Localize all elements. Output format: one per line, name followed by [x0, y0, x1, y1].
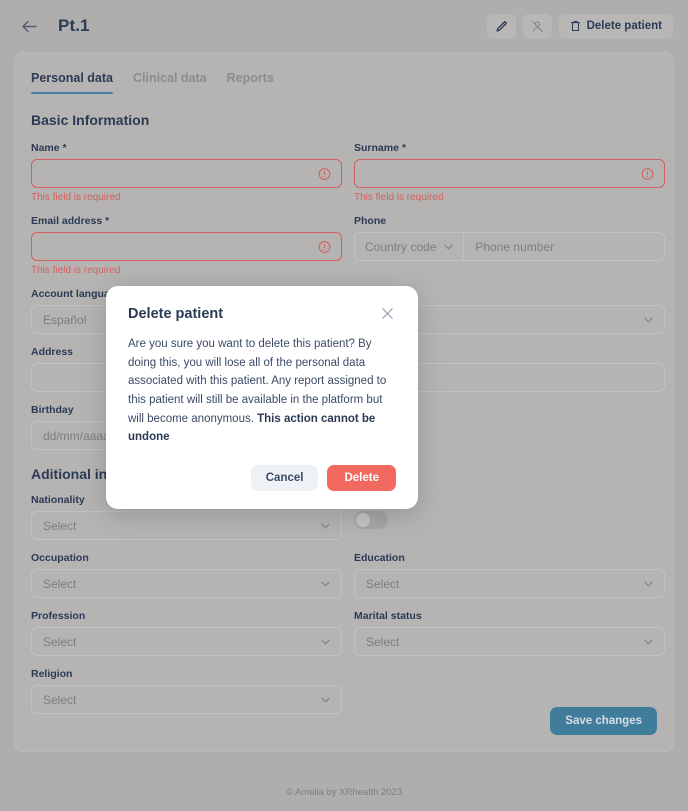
modal-delete-button[interactable]: Delete — [327, 464, 396, 491]
close-icon — [382, 308, 393, 319]
delete-patient-modal: Delete patient Are you sure you want to … — [106, 286, 418, 509]
modal-actions: Cancel Delete — [128, 464, 396, 491]
modal-close-button[interactable] — [379, 306, 396, 321]
modal-body-text: Are you sure you want to delete this pat… — [128, 335, 396, 447]
modal-cancel-button[interactable]: Cancel — [250, 464, 319, 491]
modal-header: Delete patient — [128, 306, 396, 322]
modal-title: Delete patient — [128, 306, 224, 322]
